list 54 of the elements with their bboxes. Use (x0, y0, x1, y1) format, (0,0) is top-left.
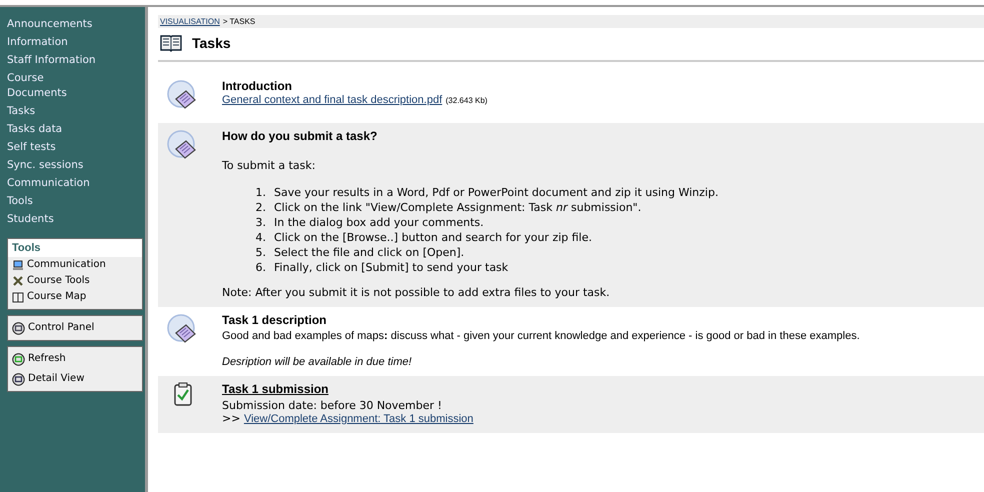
remark-text: Desription will be available in due time! (222, 356, 413, 368)
panel-link[interactable]: Detail View (8, 367, 142, 387)
item-description: Submission date: before 30 November ! (222, 399, 443, 412)
panel-title: Tools (8, 239, 142, 257)
nav-link[interactable]: Information (7, 35, 145, 50)
step-number: 4. (254, 231, 266, 244)
item-title: Task 1 description (222, 313, 328, 327)
step-text: Click on the link "View/Complete Assignment: Task nr submission". (274, 201, 642, 214)
step-number: 5. (254, 246, 266, 259)
step-text: Save your results in a Word, Pdf or PowerPoint document and zip it using Winzip. (274, 186, 718, 199)
item-title: Introduction (222, 79, 293, 93)
panel-link[interactable]: Course Tools (8, 273, 142, 289)
panel-link[interactable]: Course Map (8, 289, 142, 305)
panel-link-label[interactable]: Detail View (28, 372, 84, 386)
step-number: 1. (254, 186, 266, 199)
page-title: Tasks (192, 35, 231, 51)
nav-link[interactable]: Self tests (7, 140, 145, 155)
note-text: Note: After you submit it is not possible to add extra files to your task. (222, 286, 611, 299)
step-text: Finally, click on [Submit] to send your task (274, 261, 508, 274)
step-number: 6. (254, 261, 266, 274)
breadcrumb-current: > TASKS (222, 17, 256, 26)
step-text: Click on the [Browse..] button and search for your zip file. (274, 231, 592, 244)
file-size: (32.643 Kb) (446, 96, 488, 105)
nav-link[interactable]: Students (7, 212, 145, 227)
nav-link[interactable]: Tasks data (7, 122, 145, 137)
nav-link[interactable]: Tasks (7, 104, 145, 119)
nav-link[interactable]: Communication (7, 176, 145, 191)
assignment-link[interactable]: View/Complete Assignment: Task 1 submission (244, 413, 474, 425)
link-prefix: >> (222, 412, 240, 425)
panel-link[interactable]: Control Panel (8, 316, 142, 336)
step-text: Select the file and click on [Open]. (274, 246, 464, 259)
nav-link[interactable]: Tools (7, 194, 145, 209)
step-number: 2. (254, 201, 266, 214)
clipboard-check-icon (173, 382, 193, 406)
nav-link[interactable]: Announcements (7, 17, 145, 32)
item-description: Good and bad examples of maps: discuss what - given your current knowledge and experience - is good or bad in these examples. (222, 330, 860, 342)
file-link[interactable]: General context and final task description.pdf (222, 94, 442, 106)
nav-link[interactable]: Course Documents (7, 71, 145, 101)
nav-link[interactable]: Sync. sessions (7, 158, 145, 173)
nav-link[interactable]: Staff Information (7, 53, 145, 68)
step-text: In the dialog box add your comments. (274, 216, 484, 229)
computer-icon (12, 259, 24, 271)
item-title[interactable]: Task 1 submission (222, 382, 474, 396)
panel-link-label[interactable]: Communication (27, 258, 106, 272)
panel-link[interactable]: Refresh (8, 347, 142, 367)
panel-link-label[interactable]: Control Panel (28, 321, 94, 335)
item-title: How do you submit a task? (222, 129, 378, 143)
intro-text: To submit a task: (222, 159, 316, 172)
breadcrumb-link[interactable]: VISUALISATION (160, 17, 220, 26)
panel-link-label[interactable]: Course Map (27, 290, 86, 304)
panel-link-label[interactable]: Course Tools (27, 274, 90, 288)
step-number: 3. (254, 216, 266, 229)
panel-link-label[interactable]: Refresh (28, 352, 66, 366)
panel-link[interactable]: Communication (8, 257, 142, 273)
